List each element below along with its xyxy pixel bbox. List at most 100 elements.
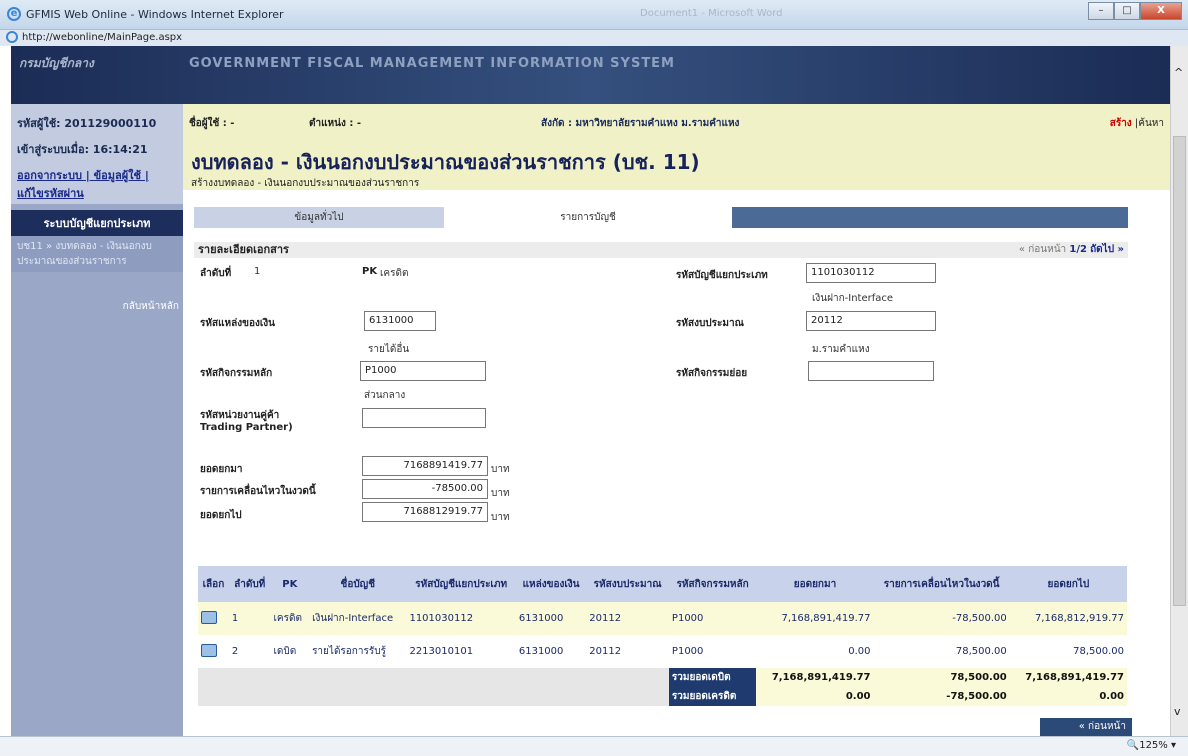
ie-logo-icon: e — [7, 7, 21, 21]
cell-gl: 2213010101 — [409, 646, 474, 657]
scroll-up-icon[interactable]: ^ — [1174, 66, 1183, 79]
col-pk: PK — [270, 566, 310, 602]
blank-cell — [198, 668, 669, 706]
fund-label: รหัสแหล่งของเงิน — [200, 318, 275, 329]
breadcrumb[interactable]: บช11 » งบทดลอง - เงินนอกงบประมาณของส่วนร… — [11, 236, 183, 272]
system-name: GOVERNMENT FISCAL MANAGEMENT INFORMATION… — [189, 56, 675, 71]
seq-value: 1 — [254, 266, 261, 277]
cell-mv: 78,500.00 — [955, 646, 1007, 657]
minimize-button[interactable]: – — [1088, 2, 1114, 20]
window-title: GFMIS Web Online - Windows Internet Expl… — [26, 8, 284, 21]
col-select: เลือก — [198, 566, 229, 602]
back-home-link[interactable]: กลับหน้าหลัก — [123, 299, 179, 314]
col-gl: รหัสบัญชีแยกประเภท — [406, 566, 516, 602]
table-row[interactable]: 2 เดบิต รายได้รอการรับรู้ 2213010101 613… — [198, 635, 1127, 668]
search-link[interactable]: |ค้นหา — [1135, 118, 1164, 129]
unit-3: บาท — [491, 512, 510, 523]
accounts-table: เลือก ลำดับที่ PK ชื่อบัญชี รหัสบัญชีแยก… — [198, 566, 1127, 706]
total-credit-bf: 0.00 — [756, 687, 874, 706]
user-links[interactable]: ออกจากระบบ | ข้อมูลผู้ใช้ | แก้ไขรหัสผ่า… — [17, 169, 149, 200]
trading-partner-label-1: รหัสหน่วยงานคู่ค้า — [200, 410, 280, 421]
section-title: รายละเอียดเอกสาร « ก่อนหน้า 1/2 ถัดไป » — [194, 242, 1128, 258]
close-button[interactable]: X — [1140, 2, 1182, 20]
total-credit-cf: 0.00 — [1009, 687, 1127, 706]
user-name-label: ชื่อผู้ใช้ : - — [189, 118, 235, 129]
gl-field[interactable]: 1101030112 — [806, 263, 936, 283]
pager: « ก่อนหน้า 1/2 ถัดไป » — [1019, 242, 1124, 258]
banner-logo: กรมบัญชีกลาง — [19, 56, 94, 70]
cell-pk: เครดิต — [270, 602, 310, 635]
create-link[interactable]: สร้าง — [1110, 118, 1132, 129]
vertical-scrollbar[interactable]: ^ v — [1170, 46, 1188, 736]
cell-budget: 20112 — [589, 646, 622, 657]
prev-link[interactable]: « ก่อนหน้า — [1019, 244, 1066, 255]
col-bf: ยอดยกมา — [756, 566, 874, 602]
brought-forward-field[interactable]: 7168891419.77 — [362, 456, 488, 476]
carried-forward-field[interactable]: 7168812919.77 — [362, 502, 488, 522]
tab-bar: ข้อมูลทั่วไป รายการบัญชี — [194, 207, 1128, 228]
cell-bf: 0.00 — [848, 646, 871, 657]
tab-general[interactable]: ข้อมูลทั่วไป — [194, 207, 444, 228]
zoom-level[interactable]: 🔍125% ▾ — [1127, 740, 1176, 751]
total-debit-bf: 7,168,891,419.77 — [756, 668, 874, 687]
menu-title[interactable]: ระบบบัญชีแยกประเภท — [11, 210, 183, 236]
url-text[interactable]: http://webonline/MainPage.aspx — [22, 32, 182, 43]
user-info: รหัสผู้ใช้: 201129000110 เข้าสู่ระบบเมื่… — [11, 104, 183, 204]
cell-bf: 7,168,891,419.77 — [756, 602, 874, 635]
col-seq: ลำดับที่ — [228, 566, 271, 602]
scroll-thumb[interactable] — [1173, 136, 1186, 606]
prev-page-button[interactable]: « ก่อนหน้า — [1040, 718, 1132, 736]
seq-label: ลำดับที่ — [200, 268, 232, 279]
total-debit-label: รวมยอดเดบิต — [668, 668, 757, 687]
col-mv: รายการเคลื่อนไหวในงวดนี้ — [873, 566, 1010, 602]
folder-icon[interactable] — [201, 610, 217, 624]
cell-name: รายได้รอการรับรู้ — [312, 646, 386, 657]
movement-field[interactable]: -78500.00 — [362, 479, 488, 499]
pk-label: PK — [362, 266, 378, 277]
scroll-down-icon[interactable]: v — [1174, 705, 1181, 718]
total-credit-mv: -78,500.00 — [873, 687, 1010, 706]
col-fund: แหล่งของเงิน — [515, 566, 587, 602]
fund-field[interactable]: 6131000 — [364, 311, 436, 331]
fund-description: รายได้อื่น — [368, 344, 410, 355]
cell-name: เงินฝาก-Interface — [309, 602, 407, 635]
budget-label: รหัสงบประมาณ — [676, 318, 744, 329]
subactivity-label: รหัสกิจกรรมย่อย — [676, 368, 748, 379]
total-credit-label: รวมยอดเครดิต — [668, 687, 757, 706]
table-header: เลือก ลำดับที่ PK ชื่อบัญชี รหัสบัญชีแยก… — [198, 566, 1127, 602]
activity-label: รหัสกิจกรรมหลัก — [200, 368, 273, 379]
tab-accounts[interactable]: รายการบัญชี — [444, 207, 732, 228]
table-row[interactable]: 1 เครดิต เงินฝาก-Interface 1101030112 61… — [198, 602, 1127, 635]
total-debit-cf: 7,168,891,419.77 — [1009, 668, 1127, 687]
unit-2: บาท — [491, 488, 510, 499]
col-cf: ยอดยกไป — [1009, 566, 1127, 602]
pk-value: เครดิต — [380, 268, 409, 279]
position-label: ตำแหน่ง : - — [309, 118, 361, 129]
budget-field[interactable]: 20112 — [806, 311, 936, 331]
cell-cf: 7,168,812,919.77 — [1009, 602, 1127, 635]
unit-1: บาท — [491, 464, 510, 475]
gl-label: รหัสบัญชีแยกประเภท — [676, 270, 768, 281]
folder-icon[interactable] — [201, 643, 217, 657]
section-title-text: รายละเอียดเอกสาร — [198, 243, 289, 256]
cell-seq: 1 — [228, 602, 271, 635]
cell-pk: เดบิต — [273, 646, 297, 657]
subactivity-field[interactable] — [808, 361, 934, 381]
activity-field[interactable]: P1000 — [360, 361, 486, 381]
page-title: งบทดลอง - เงินนอกงบประมาณของส่วนราชการ (… — [191, 150, 700, 174]
total-debit-row: รวมยอดเดบิต 7,168,891,419.77 78,500.00 7… — [198, 668, 1127, 706]
col-name: ชื่อบัญชี — [309, 566, 407, 602]
carried-forward-label: ยอดยกไป — [200, 510, 242, 521]
app-banner: กรมบัญชีกลาง GOVERNMENT FISCAL MANAGEMEN… — [11, 46, 1170, 104]
sidebar: รหัสผู้ใช้: 201129000110 เข้าสู่ระบบเมื่… — [11, 104, 183, 736]
trading-partner-field[interactable] — [362, 408, 486, 428]
cell-seq: 2 — [231, 646, 239, 657]
window-titlebar: e GFMIS Web Online - Windows Internet Ex… — [0, 0, 1188, 30]
address-bar[interactable]: http://webonline/MainPage.aspx — [0, 30, 1188, 46]
cell-gl: 1101030112 — [406, 602, 516, 635]
cell-fund: 6131000 — [518, 646, 564, 657]
status-bar: 🔍125% ▾ — [0, 736, 1188, 756]
next-link[interactable]: ถัดไป » — [1090, 244, 1124, 255]
trading-partner-label-2: Trading Partner) — [200, 422, 293, 433]
maximize-button[interactable]: □ — [1114, 2, 1140, 20]
